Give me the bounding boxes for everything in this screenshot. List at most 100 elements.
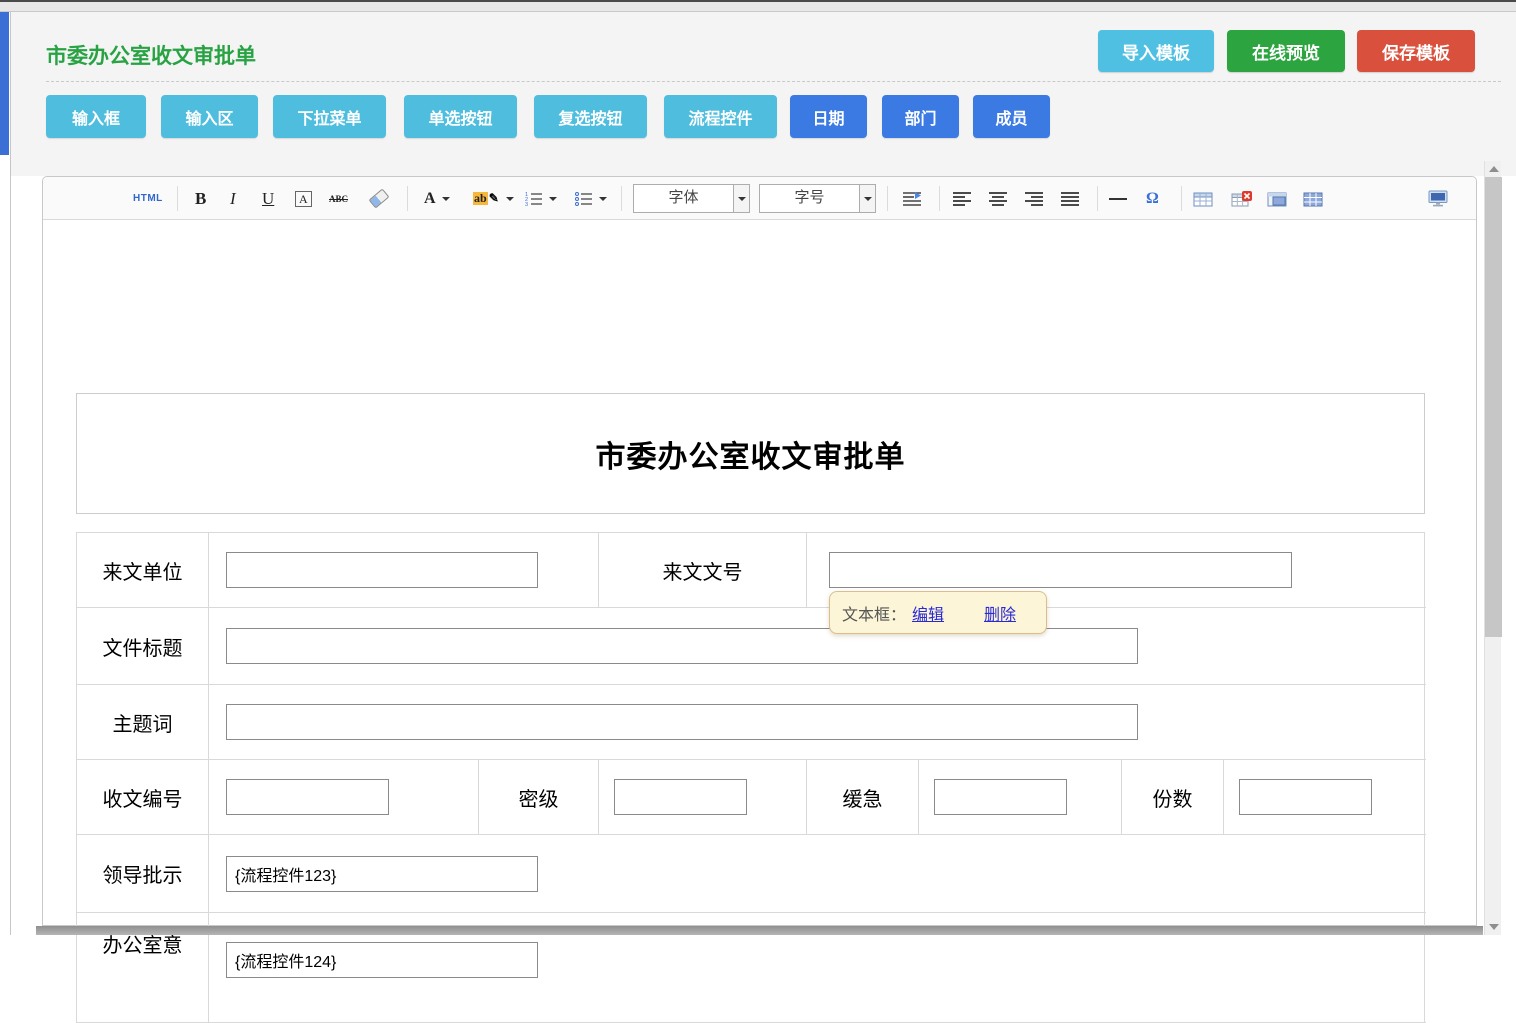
field-label-copies: 份数 [1122,760,1224,835]
toolbar-separator [621,186,622,211]
fullscreen-button[interactable] [1428,177,1449,220]
field-label-leader-comment: 领导批示 [77,835,209,913]
incoming-unit-cell [209,533,599,608]
secret-level-input[interactable] [614,779,747,815]
unordered-list-button[interactable] [575,177,607,220]
component-button-checkbox[interactable]: 复选按钮 [534,95,647,138]
field-label-doc-title: 文件标题 [77,608,209,685]
field-label-receipt-number: 收文编号 [77,760,209,835]
scroll-down-button[interactable] [1485,919,1502,935]
doc-title-cell [209,608,1426,685]
background-sidebar-strip [0,12,9,155]
chevron-down-icon [442,197,450,201]
bold-button[interactable]: B [195,177,206,220]
delete-table-button[interactable] [1231,177,1253,220]
eraser-icon [369,189,390,209]
table-properties-button[interactable] [1303,177,1324,220]
document-title-box: 市委办公室收文审批单 [76,393,1425,514]
align-left-button[interactable] [953,177,973,220]
eraser-button[interactable] [370,177,388,220]
component-button-date[interactable]: 日期 [790,95,867,138]
component-button-input-area[interactable]: 输入区 [161,95,258,138]
subject-input[interactable] [226,704,1138,740]
receipt-number-input[interactable] [226,779,389,815]
horizontal-rule-button[interactable] [1109,177,1127,220]
strikethrough-button[interactable]: ABC [329,177,348,220]
align-right-button[interactable] [1025,177,1045,220]
merge-cells-icon [1267,191,1288,207]
save-template-button[interactable]: 保存模板 [1357,30,1475,72]
editor-toolbar: HTML B I U A ABC A ab✎ 123 字体 字号 Ω [43,177,1476,220]
insert-table-button[interactable] [1193,177,1214,220]
component-button-department[interactable]: 部门 [882,95,959,138]
highlight-button[interactable]: ab✎ [473,177,514,220]
component-button-member[interactable]: 成员 [973,95,1050,138]
urgency-input[interactable] [934,779,1067,815]
secret-level-cell [599,760,807,835]
component-button-input-box[interactable]: 输入框 [46,95,146,138]
incoming-unit-input[interactable] [226,552,538,588]
panel-title: 市委办公室收文审批单 [46,40,256,70]
unordered-list-icon [575,191,593,206]
import-template-button[interactable]: 导入模板 [1098,30,1214,72]
field-label-subject: 主题词 [77,685,209,760]
receipt-number-cell [209,760,479,835]
window-title-band [0,2,1516,12]
justify-icon [1061,191,1081,206]
fullscreen-monitor-icon [1428,190,1449,207]
chevron-down-icon [549,197,557,201]
indent-button[interactable] [903,177,922,220]
justify-button[interactable] [1061,177,1081,220]
subject-cell [209,685,1426,760]
textbox-tooltip: 文本框： 编辑 删除 [829,591,1047,634]
merge-cells-button[interactable] [1267,177,1288,220]
scroll-up-button[interactable] [1485,161,1502,177]
tooltip-delete-link[interactable]: 删除 [984,601,1016,625]
office-opinion-input[interactable] [226,942,538,978]
editor-content[interactable]: 市委办公室收文审批单 来文单位 来文文号 文件标题 主题词 收文编号 密级 缓急… [43,220,1476,925]
incoming-number-input[interactable] [829,552,1292,588]
underline-button[interactable]: U [262,177,274,220]
align-center-button[interactable] [989,177,1009,220]
component-button-dropdown[interactable]: 下拉菜单 [273,95,386,138]
urgency-cell [919,760,1122,835]
scrollbar-thumb[interactable] [1485,177,1502,637]
toolbar-separator [407,186,408,211]
indent-icon [903,191,922,207]
tooltip-label: 文本框： [842,601,906,625]
chevron-down-icon [738,197,746,201]
copies-input[interactable] [1239,779,1372,815]
font-color-button[interactable]: A [424,177,450,220]
special-char-button[interactable]: Ω [1146,177,1159,220]
field-label-incoming-number: 来文文号 [599,533,807,608]
table-properties-icon [1303,191,1324,207]
vertical-scrollbar[interactable] [1484,161,1501,935]
online-preview-button[interactable]: 在线预览 [1227,30,1345,72]
component-button-radio[interactable]: 单选按钮 [404,95,517,138]
chevron-down-icon [506,197,514,201]
toolbar-separator [939,186,940,211]
style-format-button[interactable]: A [295,177,312,220]
font-size-select[interactable]: 字号 [759,184,876,213]
ordered-list-icon: 123 [525,191,543,206]
toolbar-separator [1181,186,1182,211]
pencil-icon: ✎ [488,192,500,205]
leader-comment-input[interactable] [226,856,538,892]
font-family-select[interactable]: 字体 [633,184,750,213]
align-center-icon [989,191,1009,206]
ordered-list-button[interactable]: 123 [525,177,557,220]
italic-button[interactable]: I [230,177,236,220]
scroll-down-icon [1489,924,1499,930]
rich-text-editor: HTML B I U A ABC A ab✎ 123 字体 字号 Ω [42,176,1477,926]
toolbar-separator [177,186,178,211]
html-source-button[interactable]: HTML [133,177,163,220]
copies-cell [1224,760,1426,835]
delete-table-icon [1231,191,1253,207]
tooltip-edit-link[interactable]: 编辑 [912,601,944,625]
document-title: 市委办公室收文审批单 [596,432,906,476]
bottom-window-edge [36,926,1483,935]
insert-table-icon [1193,191,1214,207]
component-button-flow-control[interactable]: 流程控件 [664,95,777,138]
svg-text:3: 3 [525,202,528,206]
field-label-secret-level: 密级 [479,760,599,835]
